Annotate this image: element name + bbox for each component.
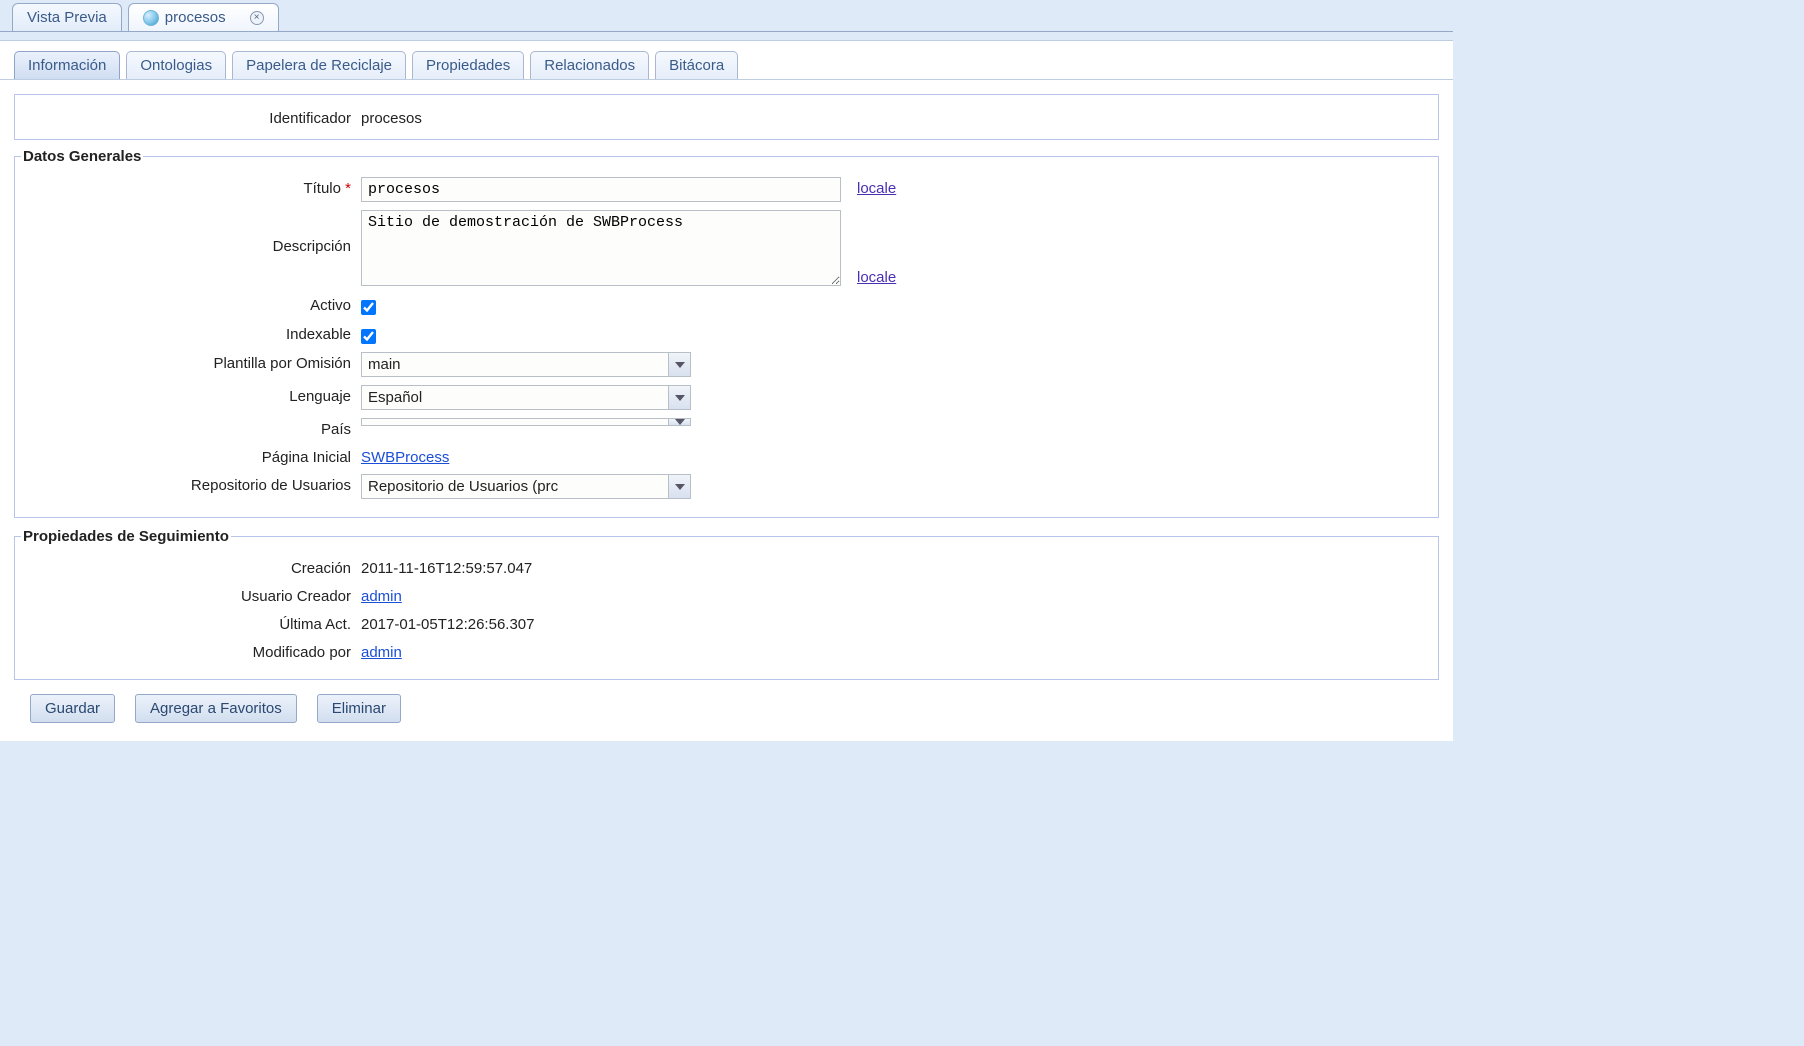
activo-label: Activo xyxy=(31,294,351,314)
inner-tab-bar: Información Ontologias Papelera de Recic… xyxy=(0,41,1453,80)
modificado-por-label: Modificado por xyxy=(31,641,351,661)
creacion-label: Creación xyxy=(31,557,351,577)
chevron-down-icon xyxy=(668,353,690,376)
fieldset-seguimiento: Propiedades de Seguimiento Creación 2011… xyxy=(14,528,1439,680)
indexable-label: Indexable xyxy=(31,323,351,343)
legend-datos-generales: Datos Generales xyxy=(21,148,143,165)
legend-seguimiento: Propiedades de Seguimiento xyxy=(21,528,231,545)
usuario-creador-label: Usuario Creador xyxy=(31,585,351,605)
eliminar-button[interactable]: Eliminar xyxy=(317,694,401,723)
indexable-checkbox[interactable] xyxy=(361,329,376,344)
tab-relacionados[interactable]: Relacionados xyxy=(530,51,649,79)
tab-vista-previa-label: Vista Previa xyxy=(27,9,107,26)
descripcion-label: Descripción xyxy=(31,210,351,255)
creacion-value: 2011-11-16T12:59:57.047 xyxy=(361,557,532,577)
tab-papelera[interactable]: Papelera de Reciclaje xyxy=(232,51,406,79)
lenguaje-value: Español xyxy=(362,386,668,409)
ultima-act-value: 2017-01-05T12:26:56.307 xyxy=(361,613,534,633)
modificado-por-link[interactable]: admin xyxy=(361,641,402,661)
titulo-label: Título * xyxy=(31,177,351,197)
globe-icon xyxy=(143,10,159,26)
top-tab-bar: Vista Previa procesos × xyxy=(0,0,1453,32)
pagina-inicial-link[interactable]: SWBProcess xyxy=(361,446,449,466)
pais-select[interactable] xyxy=(361,418,691,426)
tab-informacion[interactable]: Información xyxy=(14,51,120,79)
titulo-locale-link[interactable]: locale xyxy=(857,177,896,197)
repositorio-select[interactable]: Repositorio de Usuarios (prc xyxy=(361,474,691,499)
fieldset-datos-generales: Datos Generales Título * locale Descripc… xyxy=(14,148,1439,518)
identificador-box: Identificador procesos xyxy=(14,94,1439,140)
lenguaje-select[interactable]: Español xyxy=(361,385,691,410)
favoritos-button[interactable]: Agregar a Favoritos xyxy=(135,694,297,723)
lenguaje-label: Lenguaje xyxy=(31,385,351,405)
pagina-inicial-label: Página Inicial xyxy=(31,446,351,466)
tab-propiedades[interactable]: Propiedades xyxy=(412,51,524,79)
chevron-down-icon xyxy=(668,475,690,498)
plantilla-label: Plantilla por Omisión xyxy=(31,352,351,372)
activo-checkbox[interactable] xyxy=(361,300,376,315)
close-icon[interactable]: × xyxy=(250,11,264,25)
form-container: Identificador procesos Datos Generales T… xyxy=(0,80,1453,741)
identificador-value: procesos xyxy=(361,107,422,127)
chevron-down-icon xyxy=(668,419,690,425)
chevron-down-icon xyxy=(668,386,690,409)
content-panel: Información Ontologias Papelera de Recic… xyxy=(0,40,1453,741)
plantilla-select[interactable]: main xyxy=(361,352,691,377)
tab-procesos-label: procesos xyxy=(165,9,226,26)
pais-value xyxy=(362,419,668,425)
pais-label: País xyxy=(31,418,351,438)
identificador-label: Identificador xyxy=(31,107,351,127)
tab-bitacora[interactable]: Bitácora xyxy=(655,51,738,79)
usuario-creador-link[interactable]: admin xyxy=(361,585,402,605)
titulo-input[interactable] xyxy=(361,177,841,202)
tab-procesos[interactable]: procesos × xyxy=(128,3,279,31)
tab-vista-previa[interactable]: Vista Previa xyxy=(12,3,122,31)
ultima-act-label: Última Act. xyxy=(31,613,351,633)
repositorio-value: Repositorio de Usuarios (prc xyxy=(362,475,668,498)
tab-ontologias[interactable]: Ontologias xyxy=(126,51,226,79)
plantilla-value: main xyxy=(362,353,668,376)
guardar-button[interactable]: Guardar xyxy=(30,694,115,723)
button-row: Guardar Agregar a Favoritos Eliminar xyxy=(14,690,1439,727)
repositorio-label: Repositorio de Usuarios xyxy=(31,474,351,494)
descripcion-textarea[interactable]: Sitio de demostración de SWBProcess xyxy=(361,210,841,286)
descripcion-locale-link[interactable]: locale xyxy=(857,266,896,286)
